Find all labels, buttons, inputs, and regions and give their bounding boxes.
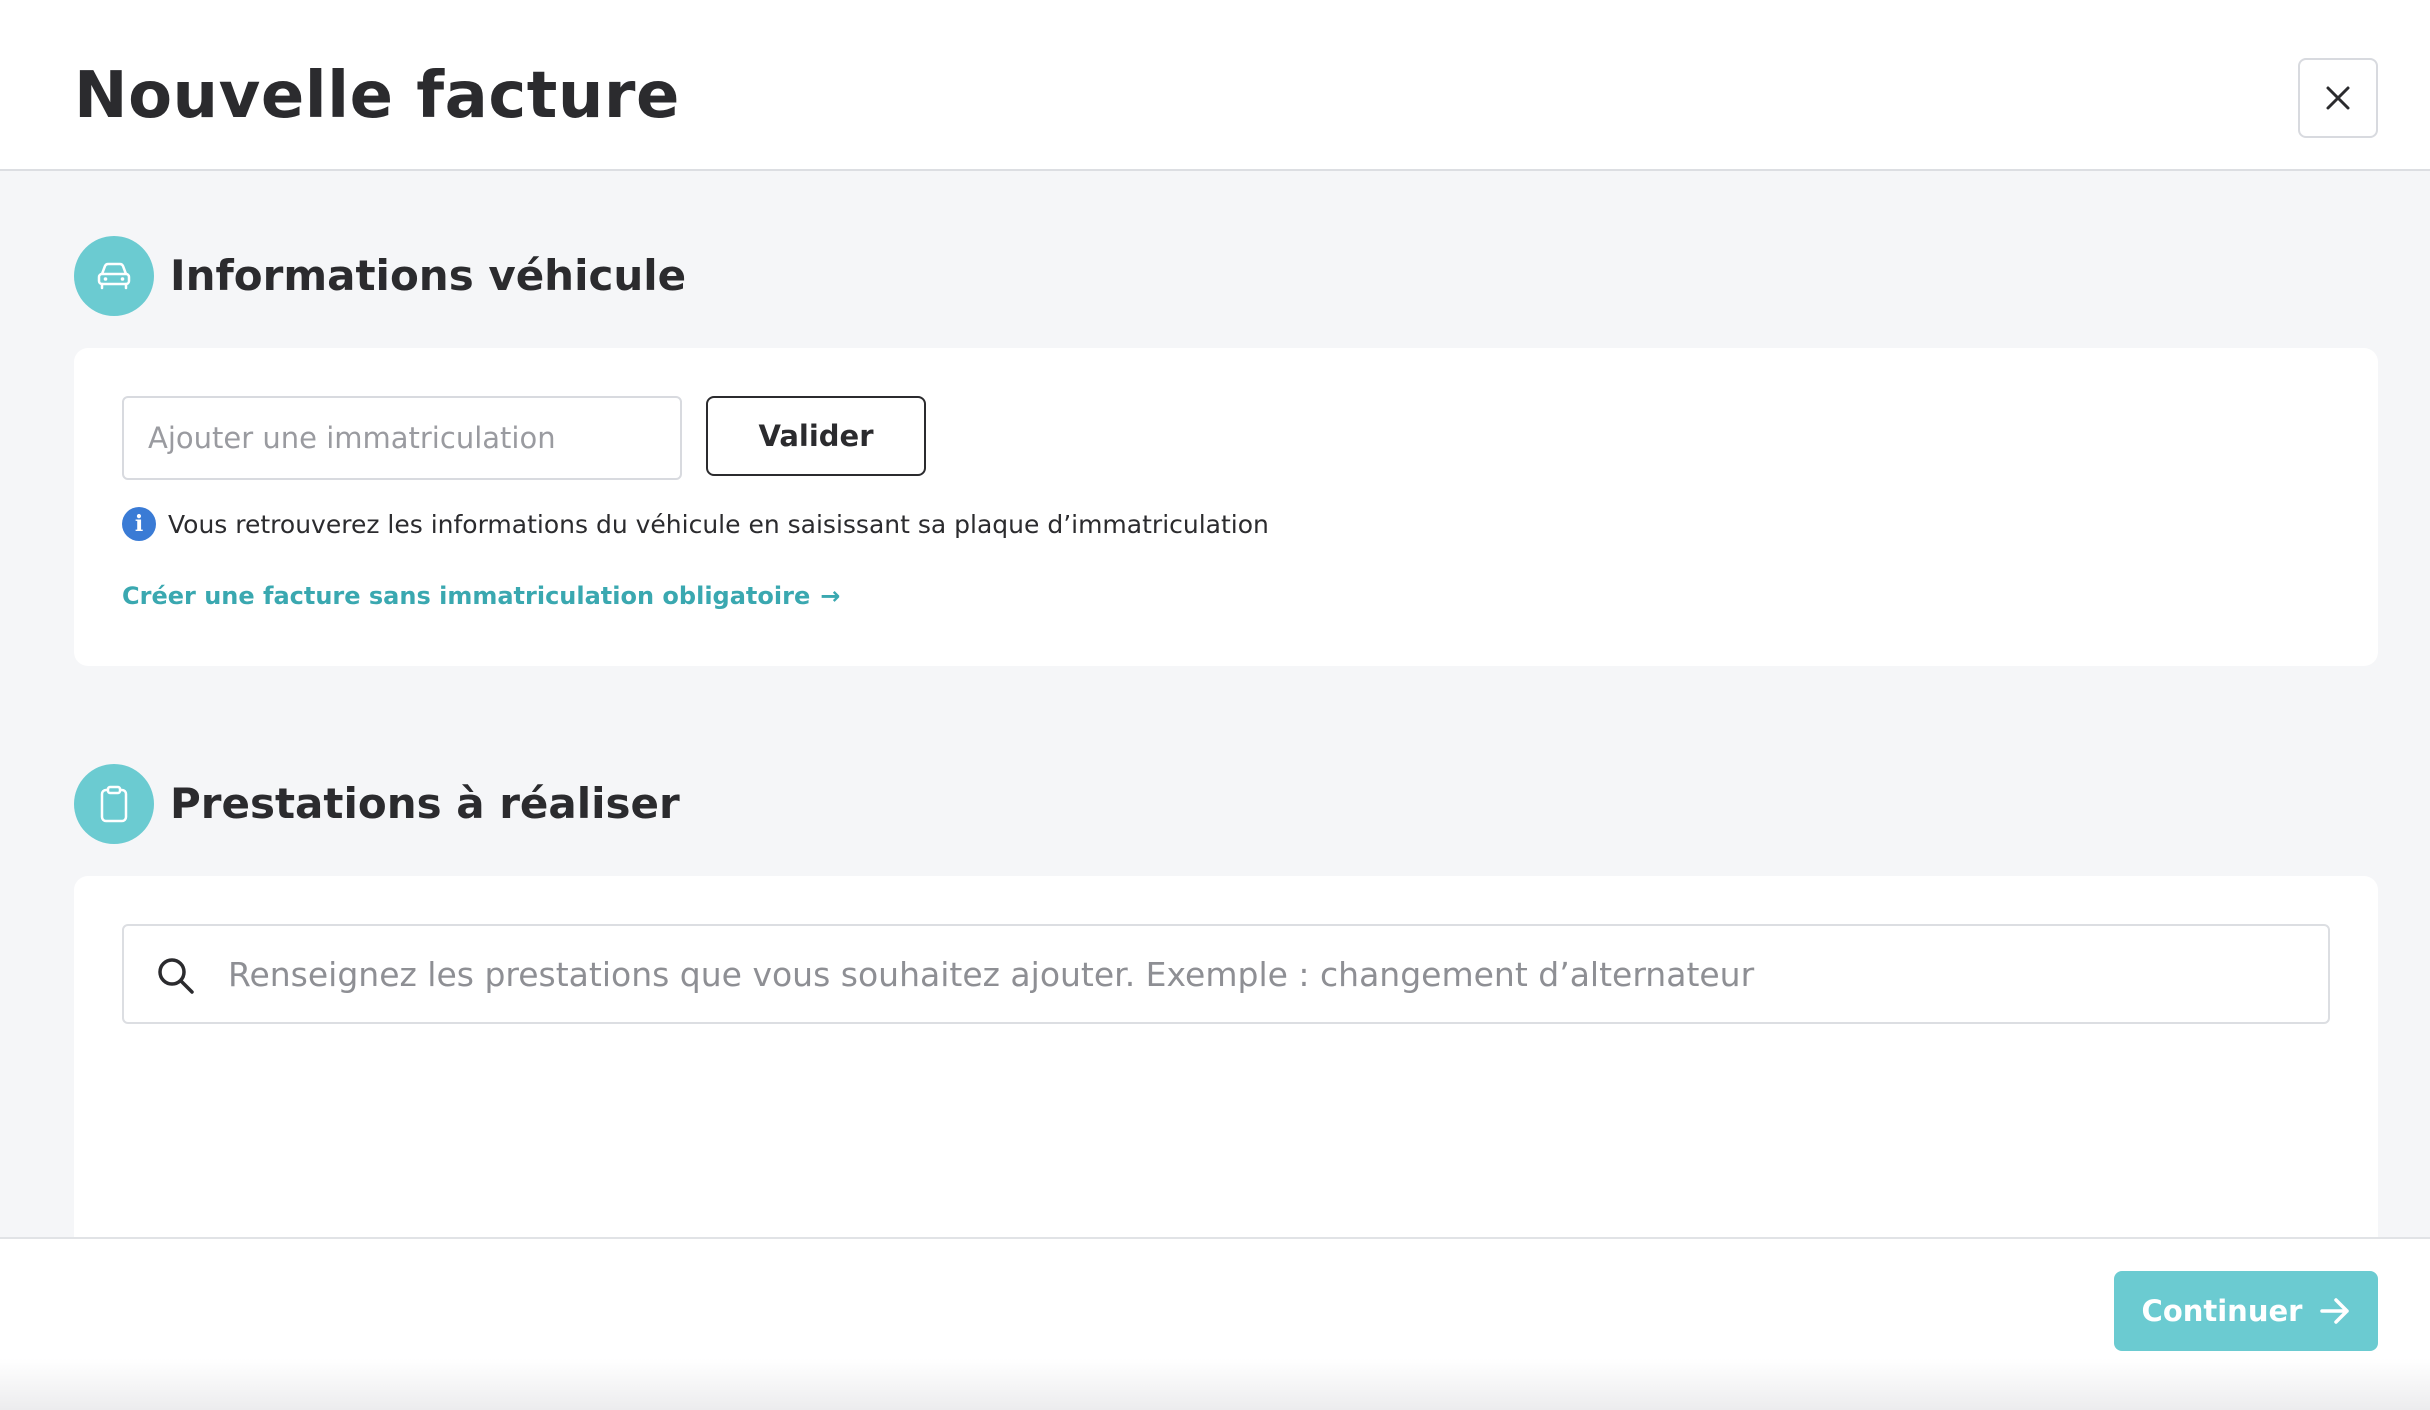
- services-section-title: Prestations à réaliser: [170, 779, 680, 828]
- search-icon: [156, 956, 196, 996]
- services-search-input[interactable]: [228, 926, 2308, 1022]
- info-row: i Vous retrouverez les informations du v…: [122, 504, 1269, 544]
- page-title: Nouvelle facture: [74, 59, 680, 133]
- clipboard-icon: [74, 764, 154, 844]
- continue-button[interactable]: Continuer: [2114, 1271, 2378, 1351]
- arrow-right-icon: [2320, 1298, 2350, 1324]
- services-card: [74, 876, 2378, 1237]
- info-text: Vous retrouverez les informations du véh…: [168, 509, 1269, 539]
- services-search-box[interactable]: [122, 924, 2330, 1024]
- no-plate-invoice-link[interactable]: Créer une facture sans immatriculation o…: [122, 582, 840, 610]
- close-icon: [2326, 86, 2350, 110]
- close-button[interactable]: [2298, 58, 2378, 138]
- no-plate-link-label: Créer une facture sans immatriculation o…: [122, 582, 811, 610]
- modal-header: Nouvelle facture: [0, 0, 2430, 171]
- continue-label: Continuer: [2141, 1294, 2303, 1328]
- plate-input[interactable]: [122, 396, 682, 480]
- modal-footer: Continuer: [0, 1237, 2430, 1410]
- modal-body: Informations véhicule Valider i Vous ret…: [0, 173, 2430, 1237]
- info-icon: i: [122, 507, 156, 541]
- validate-button[interactable]: Valider: [706, 396, 926, 476]
- vehicle-card: Valider i Vous retrouverez les informati…: [74, 348, 2378, 666]
- vehicle-section-title: Informations véhicule: [170, 251, 687, 300]
- arrow-right-icon: →: [820, 582, 841, 610]
- car-icon: [74, 236, 154, 316]
